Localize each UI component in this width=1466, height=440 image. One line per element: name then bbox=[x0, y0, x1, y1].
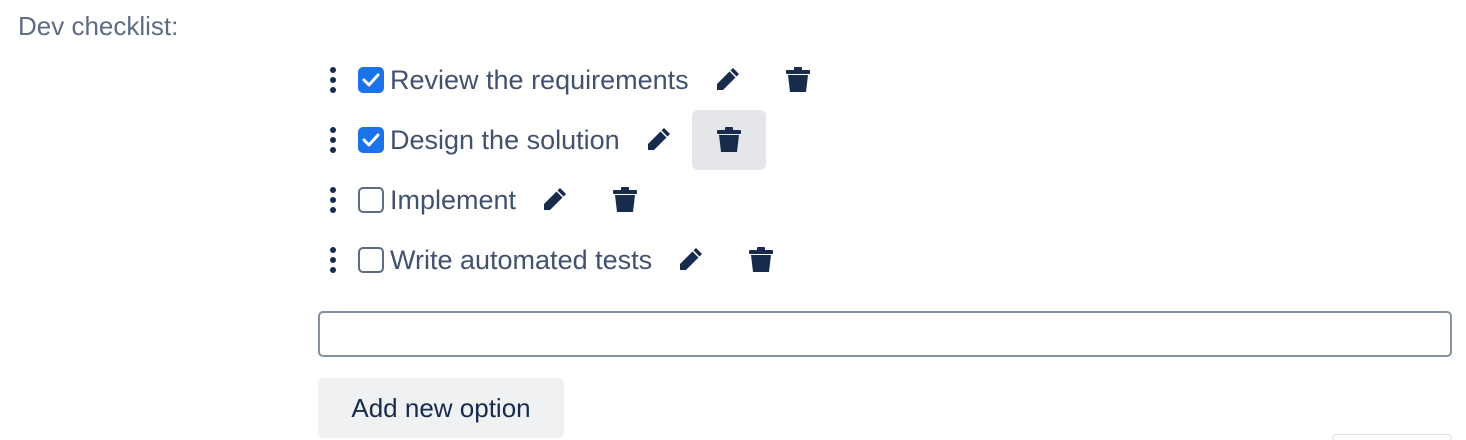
trash-icon bbox=[749, 247, 774, 272]
edit-item-button[interactable] bbox=[630, 110, 686, 170]
drag-handle[interactable] bbox=[318, 170, 348, 230]
pencil-icon bbox=[680, 248, 703, 270]
delete-item-button[interactable] bbox=[691, 110, 766, 170]
pencil-icon bbox=[647, 128, 670, 150]
delete-item-button[interactable] bbox=[724, 230, 798, 290]
item-label: Review the requirements bbox=[390, 65, 689, 95]
item-label: Design the solution bbox=[390, 125, 620, 155]
item-checkbox[interactable] bbox=[358, 127, 384, 153]
checklist-field: Dev checklist: Review the requirements D… bbox=[0, 0, 1466, 440]
drag-handle[interactable] bbox=[318, 110, 348, 170]
partial-element bbox=[1332, 434, 1452, 440]
item-checkbox[interactable] bbox=[358, 67, 384, 93]
item-checkbox[interactable] bbox=[358, 187, 384, 213]
new-option-input[interactable] bbox=[318, 311, 1452, 357]
drag-handle[interactable] bbox=[318, 50, 348, 110]
trash-icon bbox=[716, 127, 741, 152]
item-checkbox[interactable] bbox=[358, 247, 384, 273]
pencil-icon bbox=[544, 188, 567, 210]
item-label: Write automated tests bbox=[390, 245, 653, 275]
checkmark-icon bbox=[362, 73, 380, 87]
edit-item-button[interactable] bbox=[526, 170, 582, 230]
field-label: Dev checklist: bbox=[18, 11, 179, 41]
checklist-item: Design the solution bbox=[318, 110, 1458, 170]
checklist-item: Implement bbox=[318, 170, 1458, 230]
trash-icon bbox=[785, 67, 810, 92]
vertical-dots-icon bbox=[330, 187, 336, 213]
add-new-option-button[interactable]: Add new option bbox=[318, 378, 564, 438]
checklist-item: Write automated tests bbox=[318, 230, 1458, 290]
item-label: Implement bbox=[390, 185, 517, 215]
checkmark-icon bbox=[362, 133, 380, 147]
delete-item-button[interactable] bbox=[588, 170, 662, 230]
delete-item-button[interactable] bbox=[761, 50, 835, 110]
drag-handle[interactable] bbox=[318, 230, 348, 290]
vertical-dots-icon bbox=[330, 67, 336, 93]
checklist-items: Review the requirements Design the solut… bbox=[318, 50, 1458, 290]
vertical-dots-icon bbox=[330, 247, 336, 273]
edit-item-button[interactable] bbox=[662, 230, 718, 290]
trash-icon bbox=[613, 187, 638, 212]
vertical-dots-icon bbox=[330, 127, 336, 153]
checklist-item: Review the requirements bbox=[318, 50, 1458, 110]
pencil-icon bbox=[716, 68, 739, 90]
edit-item-button[interactable] bbox=[699, 50, 755, 110]
